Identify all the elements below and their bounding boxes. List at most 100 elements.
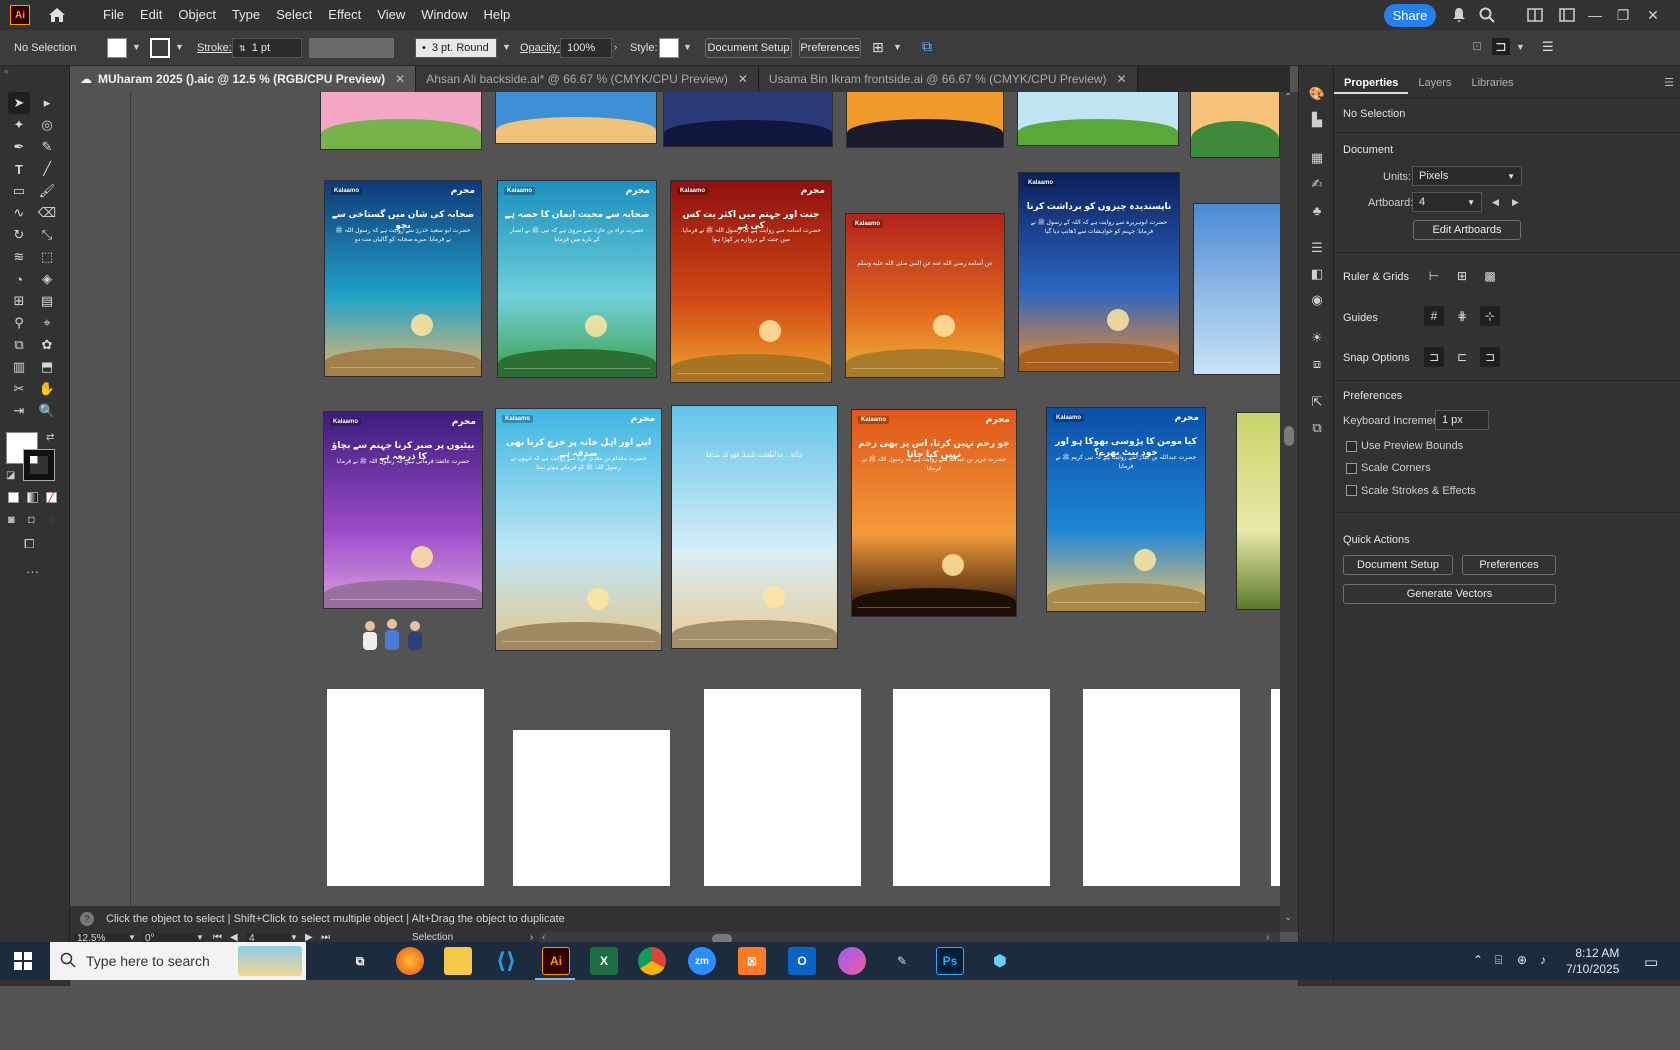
artboard-tool-icon[interactable]: ⬒ (36, 356, 58, 378)
symbols-icon[interactable]: ♣ (1307, 200, 1327, 220)
preferences-button[interactable]: Preferences (1462, 555, 1556, 575)
outlook-icon[interactable]: O (788, 947, 816, 975)
line-tool-icon[interactable]: ╱ (36, 158, 58, 180)
scale-tool-icon[interactable]: ⤡ (36, 224, 58, 246)
blank-artboard[interactable] (893, 689, 1050, 886)
selection-tool-icon[interactable]: ➤ (8, 92, 30, 114)
blank-artboard[interactable] (1083, 689, 1240, 886)
windows-start-icon[interactable] (14, 952, 32, 973)
poster-artboard[interactable]: Kalaamo عن أسامة رضي الله عنه عن النبي صل… (845, 213, 1005, 378)
stroke-weight-input[interactable]: ⇅ 1 pt (232, 38, 302, 58)
paintbrush-tool-icon[interactable]: 🖌 (36, 180, 58, 202)
vertical-scroll-thumb[interactable] (1284, 426, 1294, 446)
units-select[interactable]: Pixels ▼ (1412, 166, 1522, 186)
menu-edit[interactable]: Edit (132, 0, 170, 30)
poster-artboard[interactable]: Kalaamo محرم جنت اور جہنم میں اکثر یت کس ک… (670, 180, 832, 383)
poster-artboard[interactable]: Kalaamo ناپسندیدہ چیزوں کو برداشت کرنا حضر… (1018, 172, 1180, 372)
task-view-icon[interactable]: ⧉ (346, 947, 374, 975)
brush-definition[interactable]: • 3 pt. Round (415, 38, 497, 58)
color-mode-icon[interactable] (8, 492, 19, 503)
menu-window[interactable]: Window (413, 0, 475, 30)
ruler-icon[interactable]: ⊢ (1424, 266, 1444, 286)
app-icon[interactable]: ⬢ (986, 947, 1014, 975)
stroke-swatch[interactable] (150, 38, 170, 58)
taskbar-search[interactable]: Type here to search (50, 942, 306, 980)
stroke-panel-icon[interactable]: ☰ (1307, 238, 1327, 258)
document-info-icon[interactable]: ▙ (1307, 110, 1327, 130)
snap-icon[interactable]: ⊐ (1492, 38, 1510, 55)
collapse-icon[interactable]: « (4, 66, 9, 76)
show-guides-icon[interactable]: # (1424, 306, 1444, 326)
photoshop-icon[interactable]: Ps (936, 947, 964, 975)
menu-type[interactable]: Type (224, 0, 268, 30)
opacity-arrow-icon[interactable]: › (614, 42, 617, 53)
document-setup-button[interactable]: Document Setup (1343, 555, 1453, 575)
variable-width-profile[interactable] (309, 38, 394, 58)
style-dropdown-icon[interactable]: ▼ (683, 42, 692, 52)
zoom-dropdown-icon[interactable]: ▼ (128, 933, 136, 942)
use-preview-bounds-checkbox[interactable] (1346, 441, 1357, 452)
column-graph-tool-icon[interactable]: ▥ (8, 356, 30, 378)
stroke-swatch-dropdown-icon[interactable]: ▼ (175, 42, 184, 52)
swatches-icon[interactable]: ▦ (1307, 148, 1327, 168)
transform-icon[interactable]: ⊡ (1472, 39, 1482, 53)
tab-close-icon[interactable]: ✕ (395, 72, 405, 86)
tray-expand-icon[interactable]: ⌃ (1473, 953, 1483, 967)
brushes-icon[interactable]: ✍ (1307, 174, 1327, 194)
paint-icon[interactable]: ✎ (888, 947, 916, 975)
preferences-button[interactable]: Preferences (799, 38, 861, 58)
snap-point-icon[interactable]: ⊐ (1424, 347, 1444, 367)
eraser-tool-icon[interactable]: ⌫ (36, 202, 58, 224)
align-dropdown-icon[interactable]: ▼ (893, 42, 902, 52)
appearance-icon[interactable]: ☀ (1307, 328, 1327, 348)
zoom-icon[interactable]: zm (688, 947, 716, 975)
direct-selection-tool-icon[interactable]: ▸ (36, 92, 58, 114)
magic-wand-tool-icon[interactable]: ✦ (8, 114, 30, 136)
color-panel-icon[interactable]: 🎨 (1307, 84, 1327, 104)
gradient-tool-icon[interactable]: ▤ (36, 290, 58, 312)
free-transform-tool-icon[interactable]: ⬚ (36, 246, 58, 268)
snap-pixel-icon[interactable]: ⊐ (1480, 347, 1500, 367)
artboard-thumbnail[interactable] (495, 92, 657, 144)
artboard-thumbnail[interactable] (663, 92, 833, 147)
rotation-dropdown-icon[interactable]: ▼ (196, 933, 204, 942)
menu-effect[interactable]: Effect (320, 0, 369, 30)
excel-icon[interactable]: X (590, 947, 618, 975)
canvas[interactable]: Kalaamo محرم صحابہ کی شان میں گستاخی سے بچ… (70, 92, 1280, 932)
artboard-thumbnail[interactable] (1193, 203, 1280, 375)
scale-corners-checkbox[interactable] (1346, 463, 1357, 474)
menu-select[interactable]: Select (268, 0, 320, 30)
align-icon[interactable]: ⊞ (872, 39, 884, 56)
blank-artboard[interactable] (1271, 689, 1280, 886)
tab-properties[interactable]: Properties (1334, 72, 1409, 94)
brush-dropdown-icon[interactable]: ▼ (502, 42, 511, 52)
scroll-up-icon[interactable]: ⌃ (1284, 92, 1292, 103)
export-icon[interactable]: ⇱ (1307, 392, 1327, 412)
default-colors-icon[interactable]: ◪ (6, 470, 15, 481)
vertical-scrollbar[interactable]: ⌃ ⌄ (1280, 92, 1298, 932)
illustrator-taskbar-icon[interactable]: Ai (542, 947, 570, 975)
window-icon[interactable] (1558, 6, 1576, 24)
none-mode-icon[interactable]: ╱ (46, 492, 57, 503)
tab-layers[interactable]: Layers (1408, 72, 1461, 94)
fill-swatch[interactable] (107, 38, 127, 58)
graphic-styles-icon[interactable]: ⧈ (1307, 354, 1327, 374)
gradient-panel-icon[interactable]: ◧ (1307, 264, 1327, 284)
zoom-tool-icon[interactable]: 🔍 (36, 400, 58, 422)
poster-artboard[interactable]: Kalaamo محرم صحابہ سے محبت ایمان کا حصہ ہے… (497, 180, 657, 378)
curvature-tool-icon[interactable]: ✎ (36, 136, 58, 158)
blank-artboard[interactable] (327, 689, 484, 886)
more-tools-icon[interactable]: ··· (26, 564, 39, 579)
generate-vectors-button[interactable]: Generate Vectors (1343, 584, 1556, 604)
warp-tool-icon[interactable]: ≋ (8, 246, 30, 268)
minimize-icon[interactable]: — (1586, 6, 1604, 24)
swap-colors-icon[interactable]: ⇄ (46, 432, 54, 443)
transparency-grid-icon[interactable]: ▩ (1480, 266, 1500, 286)
grid-icon[interactable]: ⊞ (1452, 266, 1472, 286)
search-icon[interactable] (1478, 6, 1496, 24)
live-paint-tool-icon[interactable]: ◈ (36, 268, 58, 290)
panel-menu-icon[interactable]: ☰ (1664, 76, 1674, 89)
slice-tool-icon[interactable]: ✂ (8, 378, 30, 400)
rectangle-tool-icon[interactable]: ▭ (8, 180, 30, 202)
fill-dropdown-icon[interactable]: ▼ (132, 42, 141, 52)
